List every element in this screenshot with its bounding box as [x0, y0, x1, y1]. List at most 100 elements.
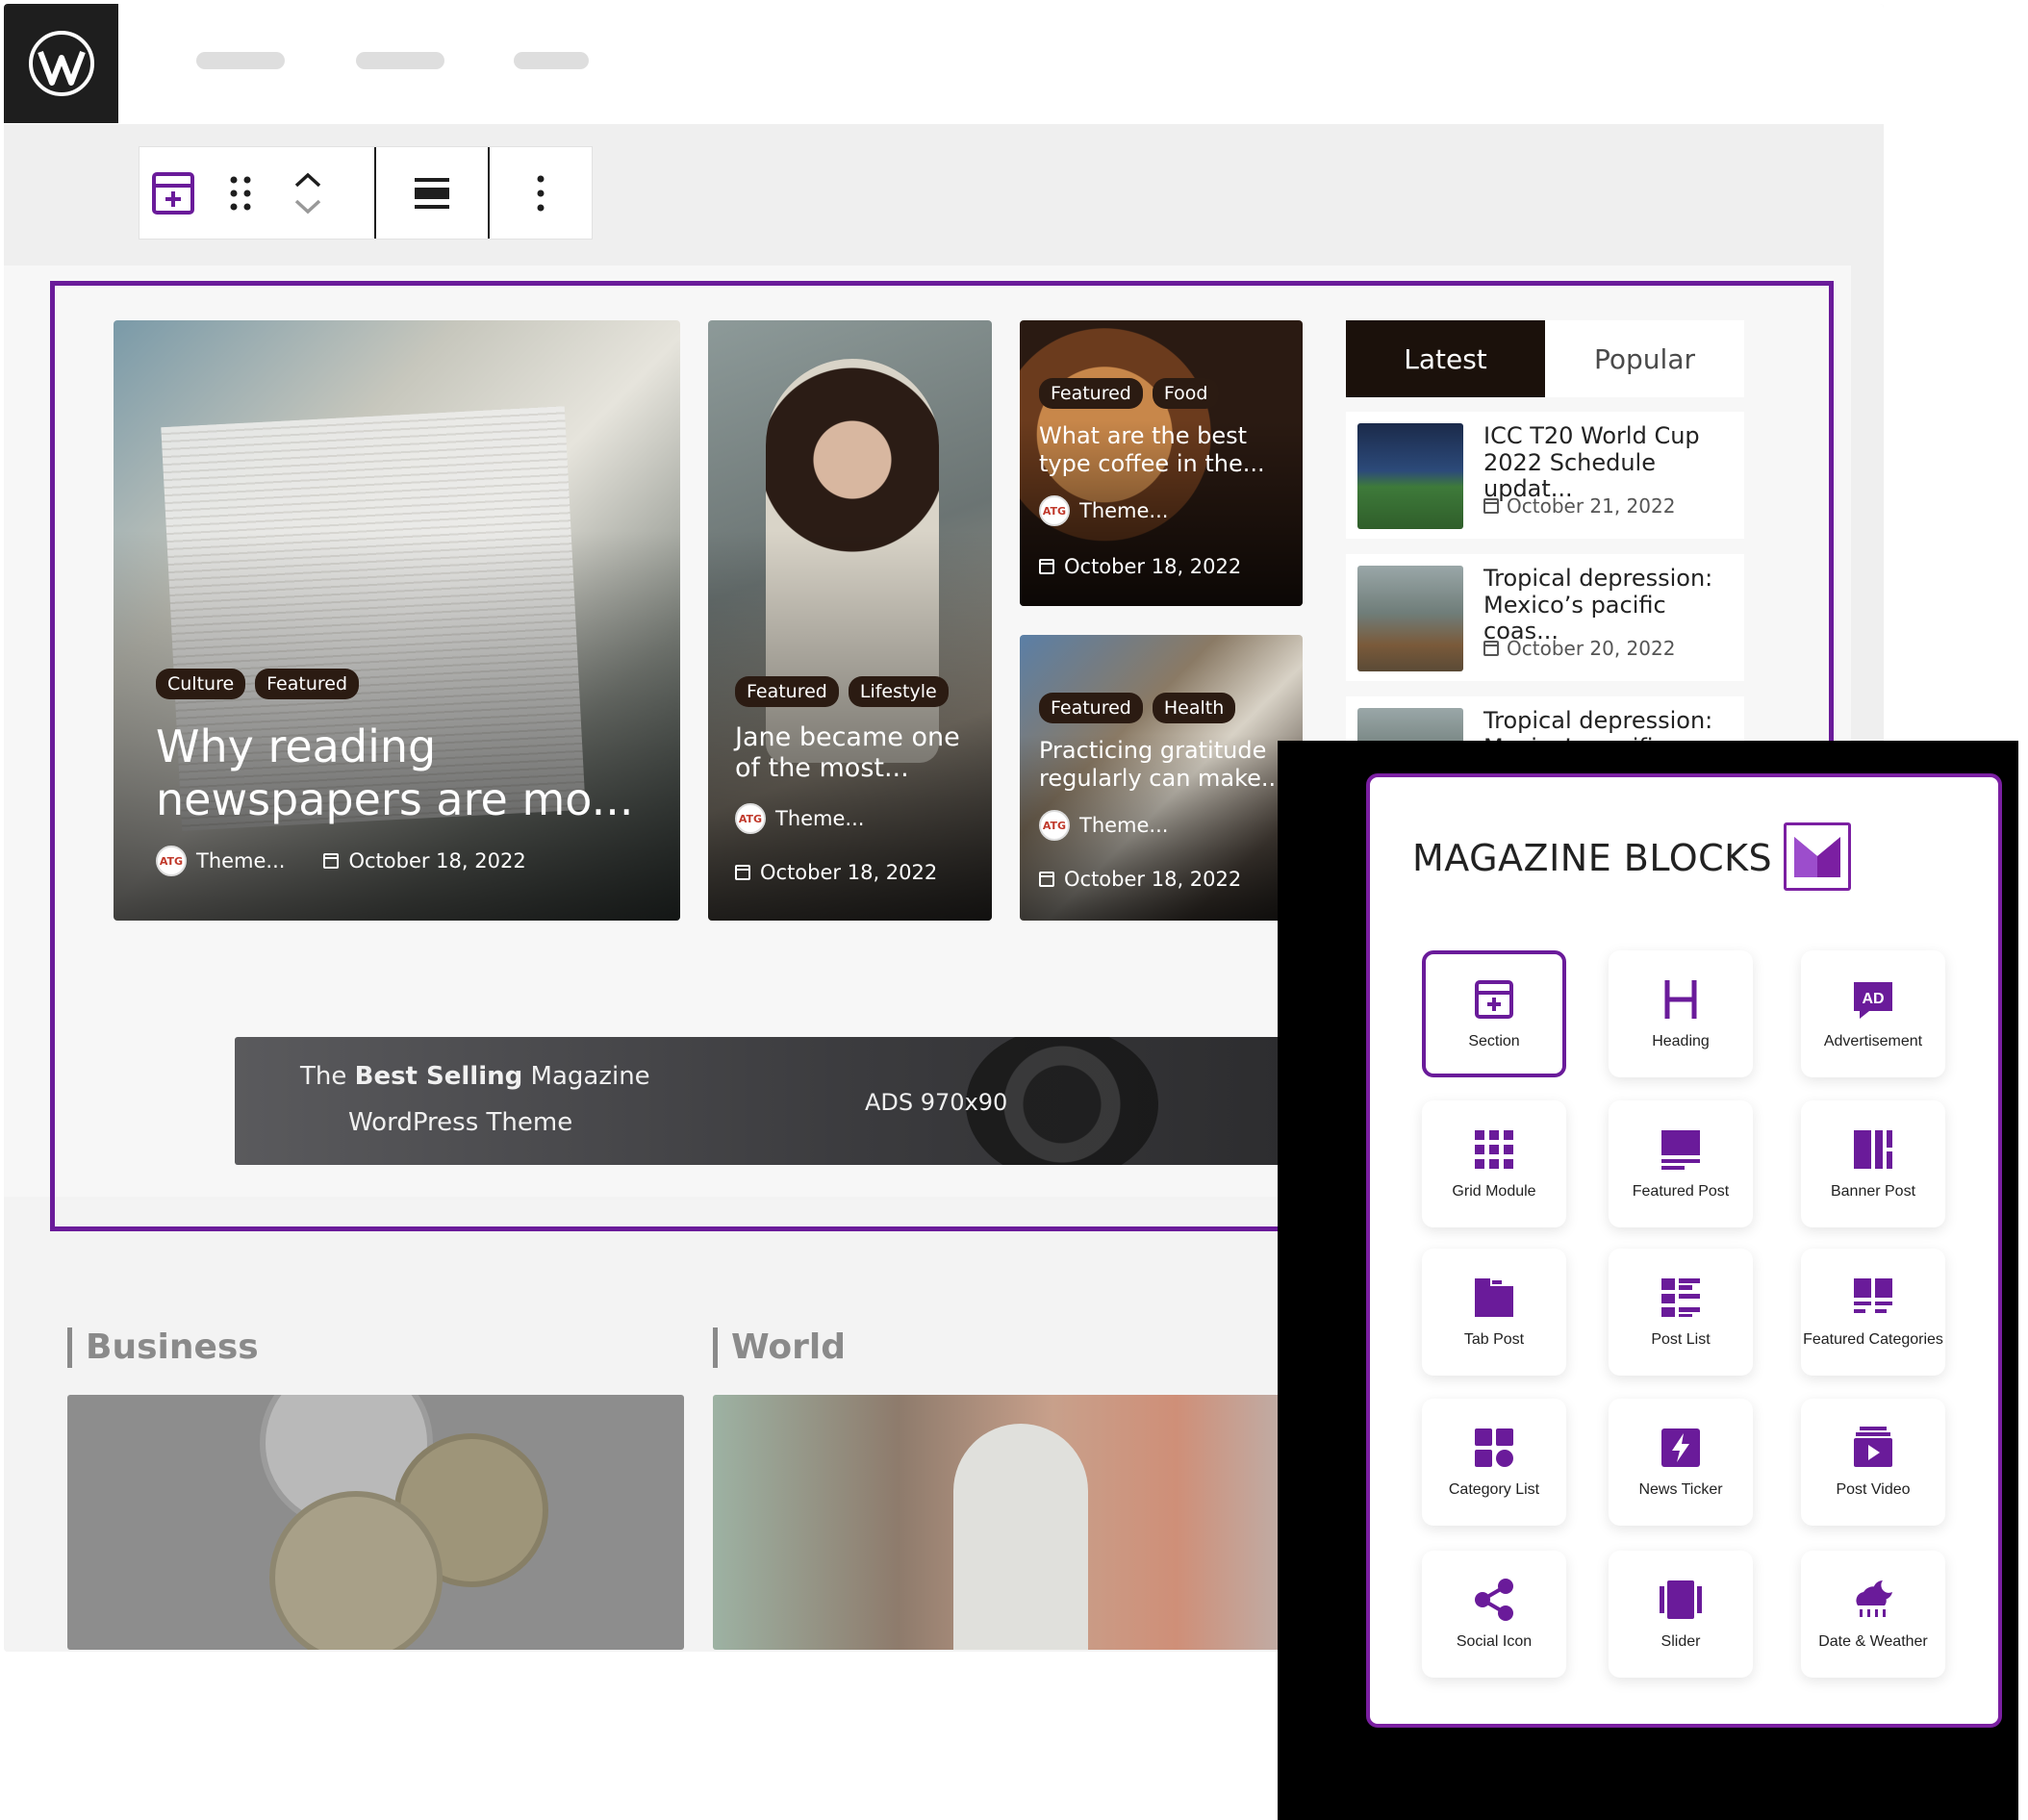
post-list-icon	[1661, 1277, 1700, 1317]
post-date: October 18, 2022	[1064, 868, 1242, 891]
author-avatar: ATG	[735, 803, 766, 834]
block-tile[interactable]: Date & Weather	[1801, 1551, 1945, 1678]
block-tile[interactable]: Social Icon	[1422, 1551, 1566, 1678]
card-date: October 18, 2022	[1039, 555, 1241, 578]
menu-placeholder	[196, 52, 285, 69]
list-thumbnail	[1357, 566, 1463, 671]
date-weather-icon	[1856, 1580, 1892, 1617]
more-options-icon[interactable]	[490, 147, 592, 239]
list-item[interactable]: ICC T20 World Cup 2022 Schedule updat...…	[1346, 412, 1744, 539]
card-title[interactable]: Jane became one of the most...	[735, 722, 976, 785]
ad-size-label: ADS 970x90	[865, 1089, 1008, 1116]
tab-popular[interactable]: Popular	[1545, 320, 1744, 397]
calendar-icon	[1039, 872, 1054, 887]
block-tile[interactable]: Post Video	[1801, 1399, 1945, 1526]
section-block-icon[interactable]	[139, 147, 207, 239]
list-item[interactable]: Tropical depression: Mexico’s pacific co…	[1346, 554, 1744, 681]
block-tile[interactable]: Section	[1422, 950, 1566, 1077]
tag-culture[interactable]: Culture	[156, 669, 246, 699]
card-title[interactable]: Why reading newspapers are mo...	[156, 720, 656, 826]
tab-post-tabs: Latest Popular	[1346, 320, 1744, 397]
post-card[interactable]: Featured Lifestyle Jane became one of the…	[708, 320, 992, 921]
author-name[interactable]: Theme...	[775, 807, 864, 830]
block-tile[interactable]: Post List	[1609, 1249, 1753, 1376]
author-name[interactable]: Theme...	[1079, 814, 1168, 837]
author-avatar: ATG	[156, 846, 187, 876]
card-title[interactable]: What are the best type coffee in the...	[1039, 422, 1289, 478]
tab-post-icon	[1475, 1277, 1513, 1317]
coin-image	[269, 1491, 443, 1650]
block-tile[interactable]: Tab Post	[1422, 1249, 1566, 1376]
calendar-icon	[1483, 641, 1499, 656]
author-avatar: ATG	[1039, 495, 1070, 526]
block-tile[interactable]: AD Advertisement	[1801, 950, 1945, 1077]
card-title[interactable]: Practicing gratitude regularly can make.…	[1039, 737, 1289, 793]
card-shade	[114, 320, 680, 921]
block-tile[interactable]: Featured Post	[1609, 1100, 1753, 1227]
category-heading-business[interactable]: Business	[67, 1327, 259, 1368]
list-thumbnail	[1357, 423, 1463, 529]
author-name[interactable]: Theme...	[196, 849, 285, 872]
block-label: Post Video	[1836, 1480, 1911, 1498]
list-date: October 20, 2022	[1483, 637, 1675, 660]
calendar-icon	[323, 853, 340, 869]
tag-featured[interactable]: Featured	[735, 676, 839, 707]
post-card[interactable]: Featured Health Practicing gratitude regu…	[1020, 635, 1303, 921]
banner-post-icon	[1854, 1129, 1892, 1169]
block-tile[interactable]: Heading	[1609, 950, 1753, 1077]
move-down-icon[interactable]	[293, 198, 322, 215]
tag-food[interactable]: Food	[1152, 378, 1220, 409]
calendar-icon	[1483, 498, 1499, 514]
tag-featured[interactable]: Featured	[255, 669, 360, 699]
block-tile[interactable]: Grid Module	[1422, 1100, 1566, 1227]
post-date: October 18, 2022	[348, 849, 526, 872]
author-name[interactable]: Theme...	[1079, 499, 1168, 522]
business-image[interactable]	[67, 1395, 684, 1650]
block-tile[interactable]: Featured Categories	[1801, 1249, 1945, 1376]
person-image	[953, 1424, 1088, 1650]
ad-text: Magazine	[522, 1062, 650, 1091]
category-heading-world[interactable]: World	[713, 1327, 846, 1368]
panel-title: MAGAZINE BLOCKS	[1412, 837, 1773, 879]
card-tags: Featured Lifestyle	[735, 676, 958, 707]
list-title[interactable]: Tropical depression: Mexico’s pacific co…	[1483, 565, 1736, 645]
tag-featured[interactable]: Featured	[1039, 693, 1143, 723]
block-tile[interactable]: Slider	[1609, 1551, 1753, 1678]
move-up-icon[interactable]	[293, 171, 322, 189]
world-image[interactable]	[713, 1395, 1331, 1650]
block-label: Slider	[1660, 1632, 1701, 1650]
block-label: News Ticker	[1638, 1480, 1723, 1498]
card-meta: ATG Theme... October 18, 2022	[156, 846, 526, 876]
tag-featured[interactable]: Featured	[1039, 378, 1143, 409]
toolbar-group-block	[139, 147, 376, 239]
post-card[interactable]: Featured Food What are the best type coff…	[1020, 320, 1303, 606]
tag-health[interactable]: Health	[1152, 693, 1236, 723]
advertisement-banner[interactable]: The Best Selling Magazine WordPress Them…	[235, 1037, 1370, 1165]
card-tags: Featured Health	[1039, 693, 1245, 723]
align-icon[interactable]	[398, 147, 466, 239]
block-label: Featured Categories	[1803, 1330, 1943, 1348]
card-date: October 18, 2022	[735, 861, 937, 884]
post-date: October 21, 2022	[1507, 494, 1676, 518]
post-video-icon	[1854, 1426, 1892, 1467]
post-card-large[interactable]: Culture Featured Why reading newspapers a…	[114, 320, 680, 921]
list-title[interactable]: ICC T20 World Cup 2022 Schedule updat...	[1483, 422, 1736, 503]
ad-text-bold: Best Selling	[354, 1062, 523, 1091]
move-buttons	[274, 147, 342, 239]
block-tile[interactable]: News Ticker	[1609, 1399, 1753, 1526]
block-tile[interactable]: Banner Post	[1801, 1100, 1945, 1227]
drag-handle-icon[interactable]	[207, 147, 274, 239]
post-date: October 18, 2022	[1064, 555, 1242, 578]
block-label: Grid Module	[1452, 1182, 1536, 1200]
block-label: Featured Post	[1632, 1182, 1730, 1200]
block-label: Date & Weather	[1818, 1632, 1928, 1650]
tag-lifestyle[interactable]: Lifestyle	[848, 676, 949, 707]
wordpress-icon[interactable]	[4, 4, 118, 123]
ad-subline: WordPress Theme	[348, 1108, 573, 1137]
block-tile[interactable]: Category List	[1422, 1399, 1566, 1526]
ad-text: The	[300, 1062, 355, 1091]
magazine-blocks-logo-icon	[1784, 822, 1851, 891]
calendar-icon	[735, 865, 750, 880]
tab-latest[interactable]: Latest	[1346, 320, 1545, 397]
menu-placeholder	[356, 52, 444, 69]
